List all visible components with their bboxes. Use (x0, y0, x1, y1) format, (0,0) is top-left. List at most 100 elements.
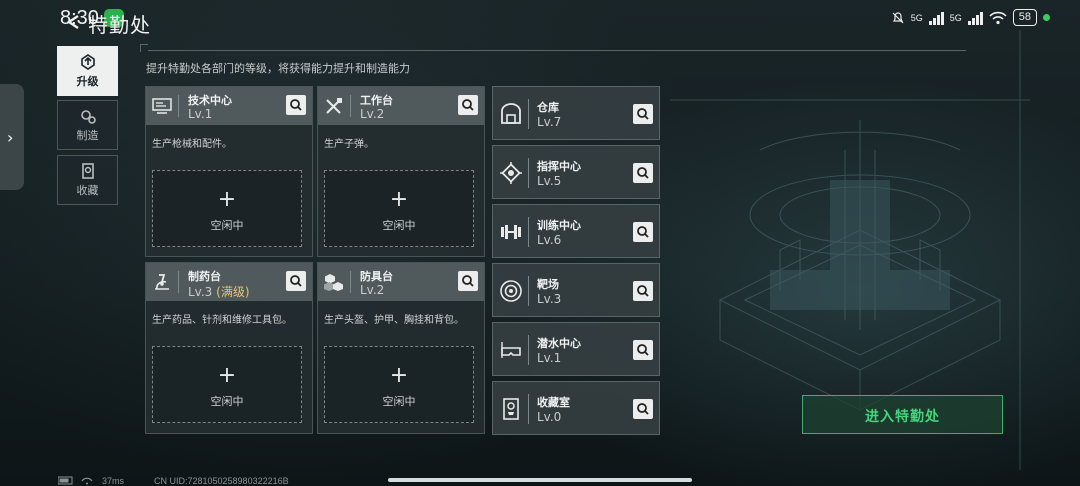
card-level: Lv.2 (360, 283, 384, 297)
wifi-icon (989, 11, 1007, 24)
collection-icon (82, 163, 94, 179)
facility-level: Lv.3 (537, 292, 562, 306)
facility-row-collection-room[interactable]: 收藏室 Lv.0 (492, 381, 660, 435)
production-slot[interactable]: + 空闲中 (152, 346, 302, 423)
network-label-1: 5G (910, 12, 923, 23)
facility-level: Lv.7 (537, 115, 562, 129)
card-header-divider (350, 271, 351, 293)
production-slot[interactable]: + 空闲中 (324, 170, 474, 247)
row-divider (528, 335, 529, 365)
facility-row-training-center[interactable]: 训练中心 Lv.6 (492, 204, 660, 258)
facility-name: 训练中心 (537, 219, 581, 232)
card-description: 生产子弹。 (324, 139, 374, 150)
facility-name: 收藏室 (537, 396, 570, 409)
facility-name: 指挥中心 (537, 160, 581, 173)
search-icon[interactable] (633, 281, 653, 301)
side-drawer-handle[interactable]: › (0, 84, 24, 190)
latency-readout: 37ms (102, 476, 125, 486)
upgrade-icon (81, 54, 95, 70)
facility-level: Lv.5 (537, 174, 562, 188)
home-indicator[interactable] (388, 478, 692, 482)
tech-center-icon (152, 98, 172, 114)
facility-card-pharmacy: 制药台 Lv.3 (满级) 生产药品、针剂和维修工具包。 + 空闲中 (145, 262, 313, 434)
tab-upgrade[interactable]: 升级 (57, 46, 118, 96)
network-label-2: 5G (949, 12, 962, 23)
tab-collection-label: 收藏 (76, 184, 99, 197)
page-subtitle: 提升特勤处各部门的等级，将获得能力提升和制造能力 (146, 62, 410, 75)
diving-mask-icon (501, 342, 521, 358)
facility-card-tech-center: 技术中心 Lv.1 生产枪械和配件。 + 空闲中 (145, 86, 313, 257)
tools-icon (326, 98, 342, 114)
card-header-divider (178, 271, 179, 293)
tab-upgrade-label: 升级 (76, 75, 99, 88)
dumbbell-icon (501, 225, 521, 239)
plus-icon: + (217, 187, 237, 212)
facility-card-workbench: 工作台 Lv.2 生产子弹。 + 空闲中 (317, 86, 485, 257)
enter-facility-label: 进入特勤处 (865, 409, 940, 425)
plus-icon: + (389, 187, 409, 212)
facility-row-shooting-range[interactable]: 靶场 Lv.3 (492, 263, 660, 317)
card-level-value: Lv.2 (360, 283, 385, 297)
mute-bell-icon (892, 11, 904, 23)
player-uid: CN UID:7281050258980322216B (154, 476, 289, 486)
plus-icon: + (389, 363, 409, 388)
slot-status: 空闲中 (382, 219, 416, 232)
card-level: Lv.2 (360, 107, 384, 121)
card-header-divider (178, 95, 179, 117)
card-title: 技术中心 (188, 94, 232, 107)
slot-status: 空闲中 (210, 395, 244, 408)
production-slot[interactable]: + 空闲中 (152, 170, 302, 247)
warehouse-icon (501, 103, 521, 124)
chevron-right-icon: › (7, 128, 14, 147)
search-icon[interactable] (633, 222, 653, 242)
card-header: 防具台 Lv.2 (318, 263, 484, 301)
search-icon[interactable] (633, 163, 653, 183)
slot-status: 空闲中 (210, 219, 244, 232)
privacy-dot-icon (1043, 14, 1050, 21)
facility-level: Lv.0 (537, 410, 562, 424)
microscope-icon (155, 274, 169, 290)
card-header: 技术中心 Lv.1 (146, 87, 312, 125)
facility-row-diving-center[interactable]: 潜水中心 Lv.1 (492, 322, 660, 376)
production-slot[interactable]: + 空闲中 (324, 346, 474, 423)
card-level-value: Lv.1 (188, 107, 213, 121)
card-level-value: Lv.2 (360, 107, 385, 121)
tab-craft[interactable]: 制造 (57, 100, 118, 150)
search-icon[interactable] (286, 271, 306, 291)
search-icon[interactable] (458, 95, 478, 115)
search-icon[interactable] (633, 399, 653, 419)
search-icon[interactable] (458, 271, 478, 291)
gears-icon (81, 110, 96, 124)
search-icon[interactable] (633, 340, 653, 360)
signal-icon-2 (967, 11, 983, 25)
target-icon (500, 280, 522, 302)
enter-facility-button[interactable]: 进入特勤处 (802, 395, 1003, 434)
status-indicators: 5G 5G 58 (891, 9, 1050, 26)
facility-name: 潜水中心 (537, 337, 581, 350)
facility-name: 仓库 (537, 101, 559, 114)
facility-row-warehouse[interactable]: 仓库 Lv.7 (492, 86, 660, 140)
search-icon[interactable] (633, 104, 653, 124)
card-description: 生产枪械和配件。 (152, 139, 232, 150)
tab-collection[interactable]: 收藏 (57, 155, 118, 205)
card-level-value: Lv.3 (188, 285, 213, 299)
search-icon[interactable] (286, 95, 306, 115)
row-divider (528, 158, 529, 188)
card-title: 制药台 (188, 270, 221, 283)
card-description: 生产药品、针剂和维修工具包。 (152, 315, 292, 326)
facility-row-command-center[interactable]: 指挥中心 Lv.5 (492, 145, 660, 199)
armor-cubes-icon (324, 274, 343, 291)
card-level: Lv.1 (188, 107, 212, 121)
signal-icon-1 (928, 11, 944, 25)
trophy-case-icon (503, 398, 519, 420)
card-header: 工作台 Lv.2 (318, 87, 484, 125)
card-description: 生产头盔、护甲、胸挂和背包。 (324, 315, 464, 326)
back-arrow-icon[interactable] (62, 12, 82, 32)
facility-card-armor: 防具台 Lv.2 生产头盔、护甲、胸挂和背包。 + 空闲中 (317, 262, 485, 434)
plus-icon: + (217, 363, 237, 388)
card-header-divider (350, 95, 351, 117)
page-title: 特勤处 (88, 13, 151, 37)
battery-indicator: 58 (1012, 9, 1037, 26)
card-title: 工作台 (360, 94, 393, 107)
facility-level: Lv.6 (537, 233, 562, 247)
